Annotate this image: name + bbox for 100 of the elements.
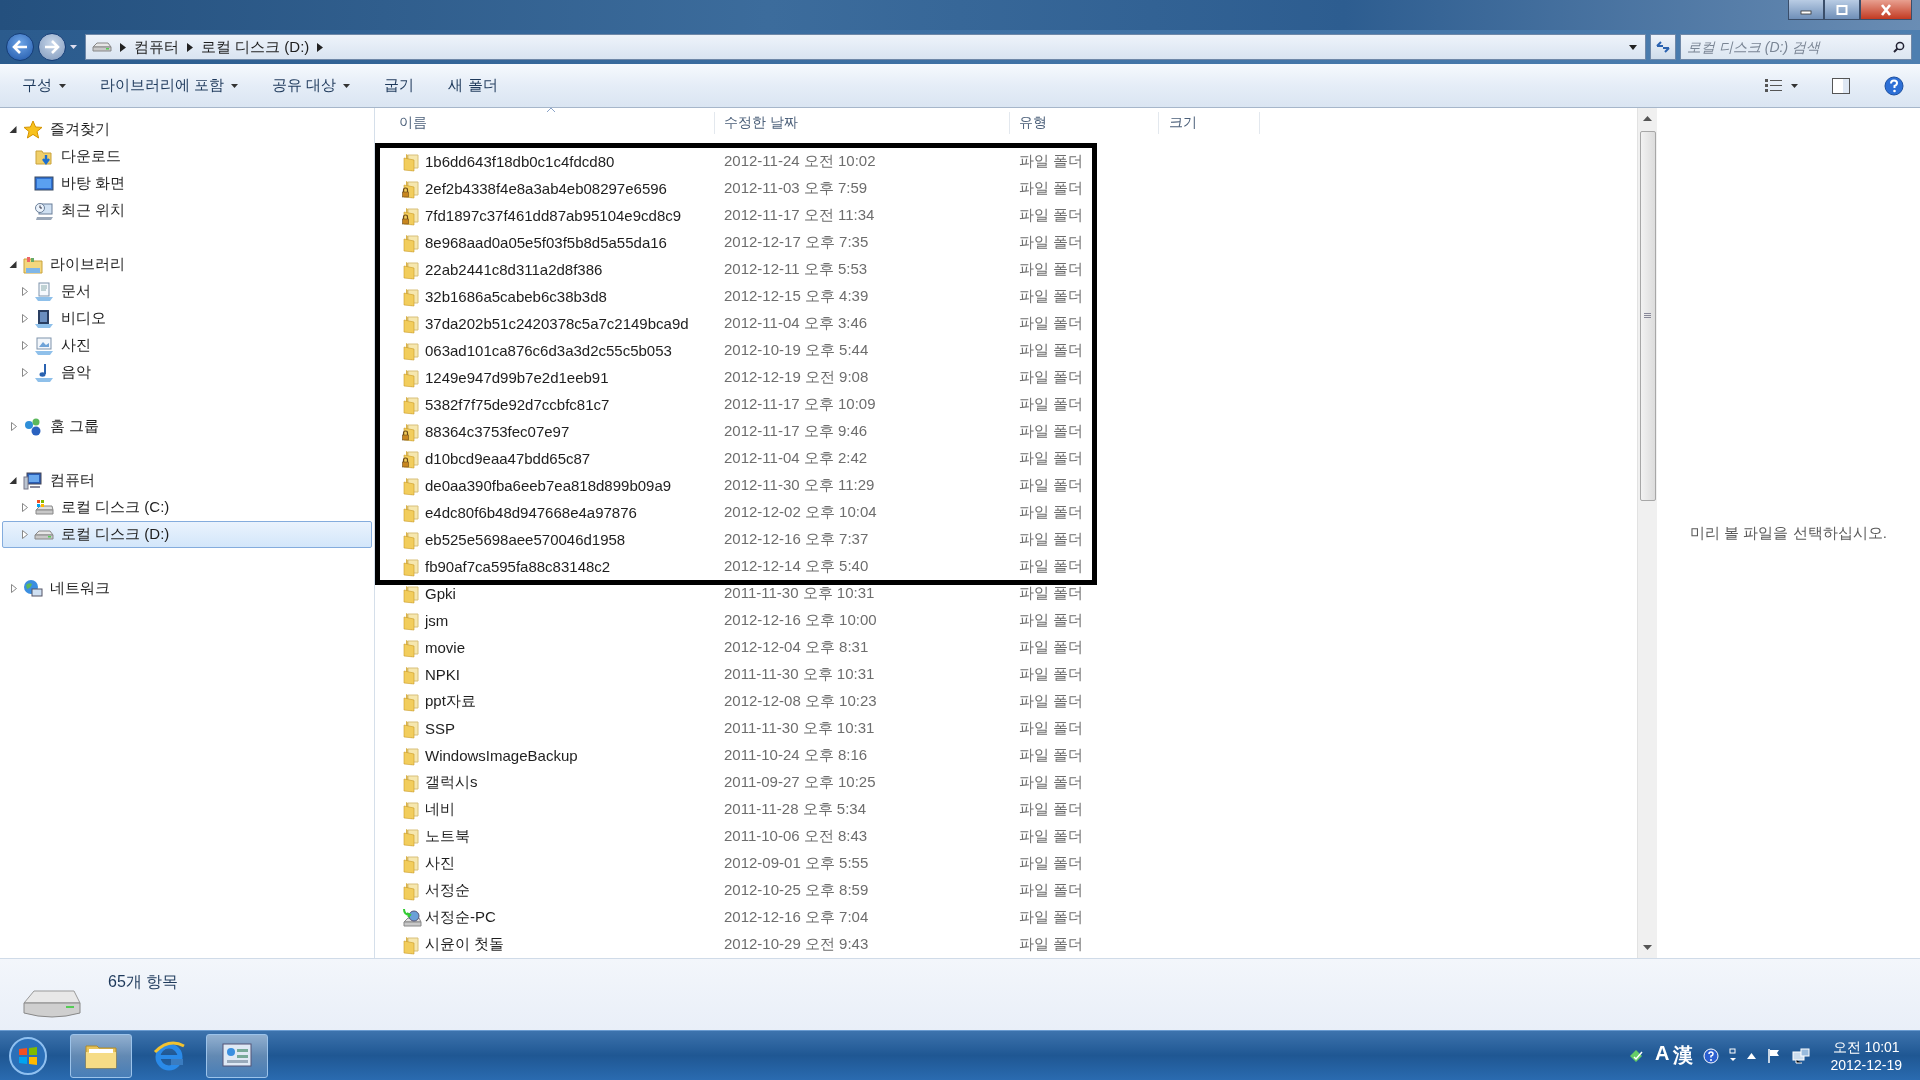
- tree-arrow-icon[interactable]: [9, 125, 19, 134]
- network-icon: [23, 578, 43, 599]
- folder-icon: [402, 880, 422, 901]
- file-row[interactable]: eb525e5698aee570046d1958 2012-12-16 오후 7:37 파일 폴더: [375, 526, 1097, 553]
- modified-date: 2012-12-14 오후 5:40: [724, 557, 870, 576]
- taskbar-button[interactable]: [206, 1033, 268, 1078]
- tree-item[interactable]: 음악: [2, 359, 372, 386]
- ime-options-icon[interactable]: [1729, 1047, 1738, 1064]
- file-type: 파일 폴더: [1019, 827, 1084, 846]
- modified-date: 2012-11-03 오후 7:59: [724, 179, 869, 198]
- file-name: ppt자료: [425, 692, 477, 711]
- file-row[interactable]: ppt자료 2012-12-08 오후 10:23 파일 폴더: [375, 688, 1637, 715]
- file-row[interactable]: 5382f7f75de92d7ccbfc81c7 2012-11-17 오후 10:09 파일 폴더: [375, 391, 1097, 418]
- tree-item[interactable]: 바탕 화면: [2, 170, 372, 197]
- file-name: 시윤이 첫돌: [425, 935, 506, 954]
- file-type: 파일 폴더: [1019, 152, 1084, 171]
- tree-item[interactable]: 로컬 디스크 (D:): [2, 521, 372, 548]
- file-row[interactable]: SSP 2011-11-30 오후 10:31 파일 폴더: [375, 715, 1637, 742]
- tree-item[interactable]: 라이브러리: [2, 251, 372, 278]
- file-row[interactable]: 7fd1897c37f461dd87ab95104e9cd8c9 2012-11-17 오전 11:34 파일 폴더: [375, 202, 1097, 229]
- toolbar-button[interactable]: 라이브러리에 포함: [90, 72, 249, 99]
- tree-item[interactable]: 홈 그룹: [2, 413, 372, 440]
- file-row[interactable]: jsm 2012-12-16 오후 10:00 파일 폴더: [375, 607, 1637, 634]
- ime-help-icon[interactable]: [1703, 1047, 1720, 1064]
- file-row[interactable]: NPKI 2011-11-30 오후 10:31 파일 폴더: [375, 661, 1637, 688]
- maximize-button[interactable]: [1824, 0, 1860, 20]
- file-row[interactable]: 서정순 2012-10-25 오후 8:59 파일 폴더: [375, 877, 1637, 904]
- file-row[interactable]: 8e968aad0a05e5f03f5b8d5a55da16 2012-12-17 오후 7:35 파일 폴더: [375, 229, 1097, 256]
- tree-arrow-icon[interactable]: [9, 476, 19, 485]
- tree-item[interactable]: 문서: [2, 278, 372, 305]
- file-row[interactable]: 서정순-PC 2012-12-16 오후 7:04 파일 폴더: [375, 904, 1637, 931]
- minimize-button[interactable]: [1788, 0, 1824, 20]
- column-header[interactable]: 크기: [1159, 112, 1260, 134]
- folder-icon: [402, 367, 422, 388]
- search-field[interactable]: 로컬 디스크 (D:) 검색: [1680, 34, 1912, 60]
- close-button[interactable]: [1860, 0, 1912, 20]
- chevron-icon[interactable]: [317, 42, 324, 52]
- file-type: 파일 폴더: [1019, 503, 1084, 522]
- file-row[interactable]: 063ad101ca876c6d3a3d2c55c5b053 2012-10-19 오후 5:44 파일 폴더: [375, 337, 1097, 364]
- file-row[interactable]: 32b1686a5cabeb6c38b3d8 2012-12-15 오후 4:39 파일 폴더: [375, 283, 1097, 310]
- file-row[interactable]: fb90af7ca595fa88c83148c2 2012-12-14 오후 5:40 파일 폴더: [375, 553, 1097, 585]
- tree-item[interactable]: 즐겨찾기: [2, 116, 372, 143]
- clock[interactable]: 오전 10:01 2012-12-19: [1830, 1037, 1902, 1074]
- tree-item[interactable]: 비디오: [2, 305, 372, 332]
- file-row[interactable]: 네비 2011-11-28 오후 5:34 파일 폴더: [375, 796, 1637, 823]
- file-row[interactable]: 사진 2012-09-01 오후 5:55 파일 폴더: [375, 850, 1637, 877]
- file-row[interactable]: 88364c3753fec07e97 2012-11-17 오후 9:46 파일 폴더: [375, 418, 1097, 445]
- back-button[interactable]: [6, 33, 34, 61]
- breadcrumb[interactable]: 로컬 디스크 (D:): [201, 37, 310, 57]
- file-row[interactable]: 갤럭시s 2011-09-27 오후 10:25 파일 폴더: [375, 769, 1637, 796]
- file-name: 7fd1897c37f461dd87ab95104e9cd8c9: [425, 207, 683, 224]
- breadcrumb[interactable]: 컴퓨터: [134, 37, 179, 57]
- maximize-icon: [1836, 4, 1848, 15]
- tree-item[interactable]: 컴퓨터: [2, 467, 372, 494]
- toolbar-button[interactable]: 공유 대상: [262, 72, 361, 99]
- taskbar-button[interactable]: [70, 1033, 132, 1078]
- show-hidden-icons-icon[interactable]: [1747, 1052, 1757, 1059]
- file-row[interactable]: 노트북 2011-10-06 오전 8:43 파일 폴더: [375, 823, 1637, 850]
- address-bar[interactable]: 컴퓨터 로컬 디스크 (D:): [85, 34, 1646, 60]
- tree-item[interactable]: 다운로드: [2, 143, 372, 170]
- column-header[interactable]: 유형: [1010, 112, 1159, 134]
- toolbar-button[interactable]: 굽기: [374, 72, 425, 99]
- history-caret-icon[interactable]: [70, 45, 77, 49]
- modified-date: 2012-12-16 오후 7:04: [724, 908, 870, 927]
- file-name: movie: [425, 639, 466, 656]
- scroll-down-icon[interactable]: [1643, 945, 1652, 950]
- file-row[interactable]: 시윤이 첫돌 2012-10-29 오전 9:43 파일 폴더: [375, 931, 1637, 958]
- ime-mode-button[interactable]: 漢: [1673, 1042, 1694, 1069]
- file-row[interactable]: de0aa390fba6eeb7ea818d899b09a9 2012-11-30 오후 11:29 파일 폴더: [375, 472, 1097, 499]
- tree-item[interactable]: 네트워크: [2, 575, 372, 602]
- file-type: 파일 폴더: [1019, 692, 1084, 711]
- column-header[interactable]: 이름: [375, 112, 715, 134]
- file-row[interactable]: 22ab2441c8d311a2d8f386 2012-12-11 오후 5:53 파일 폴더: [375, 256, 1097, 283]
- ime-mode-button[interactable]: A: [1654, 1042, 1670, 1069]
- toolbar-button[interactable]: 구성: [12, 72, 76, 99]
- file-row[interactable]: d10bcd9eaa47bdd65c87 2012-11-04 오후 2:42 파일 폴더: [375, 445, 1097, 472]
- file-row[interactable]: 37da202b51c2420378c5a7c2149bca9d 2012-11-04 오후 3:46 파일 폴더: [375, 310, 1097, 337]
- file-row[interactable]: movie 2012-12-04 오후 8:31 파일 폴더: [375, 634, 1637, 661]
- folder-icon: [402, 340, 422, 361]
- chevron-icon[interactable]: [187, 42, 193, 52]
- scroll-thumb[interactable]: [1639, 131, 1656, 501]
- file-row[interactable]: WindowsImageBackup 2011-10-24 오후 8:16 파일 폴더: [375, 742, 1637, 769]
- help-icon: [1884, 75, 1904, 96]
- tree-item[interactable]: 로컬 디스크 (C:): [2, 494, 372, 521]
- network-status-icon[interactable]: [1792, 1047, 1811, 1064]
- forward-button[interactable]: [38, 33, 66, 61]
- tree-item[interactable]: 사진: [2, 332, 372, 359]
- tree-arrow-icon[interactable]: [9, 260, 19, 269]
- chevron-icon[interactable]: [120, 42, 126, 52]
- file-row[interactable]: 2ef2b4338f4e8a3ab4eb08297e6596 2012-11-03 오후 7:59 파일 폴더: [375, 175, 1097, 202]
- column-header[interactable]: 수정한 날짜: [715, 112, 1010, 134]
- file-row[interactable]: e4dc80f6b48d947668e4a97876 2012-12-02 오후 10:04 파일 폴더: [375, 499, 1097, 526]
- file-row[interactable]: 1249e947d99b7e2d1eeb91 2012-12-19 오전 9:08 파일 폴더: [375, 364, 1097, 391]
- file-row[interactable]: 1b6dd643f18db0c1c4fdcd80 2012-11-24 오전 10:02 파일 폴더: [375, 143, 1097, 175]
- folder-icon: [402, 502, 422, 523]
- scroll-up-icon[interactable]: [1643, 116, 1652, 121]
- toolbar-button[interactable]: 새 폴더: [438, 72, 508, 99]
- refresh-button[interactable]: [1650, 34, 1676, 60]
- dropdown-caret-icon[interactable]: [1629, 44, 1637, 50]
- tree-item[interactable]: 최근 위치: [2, 197, 372, 224]
